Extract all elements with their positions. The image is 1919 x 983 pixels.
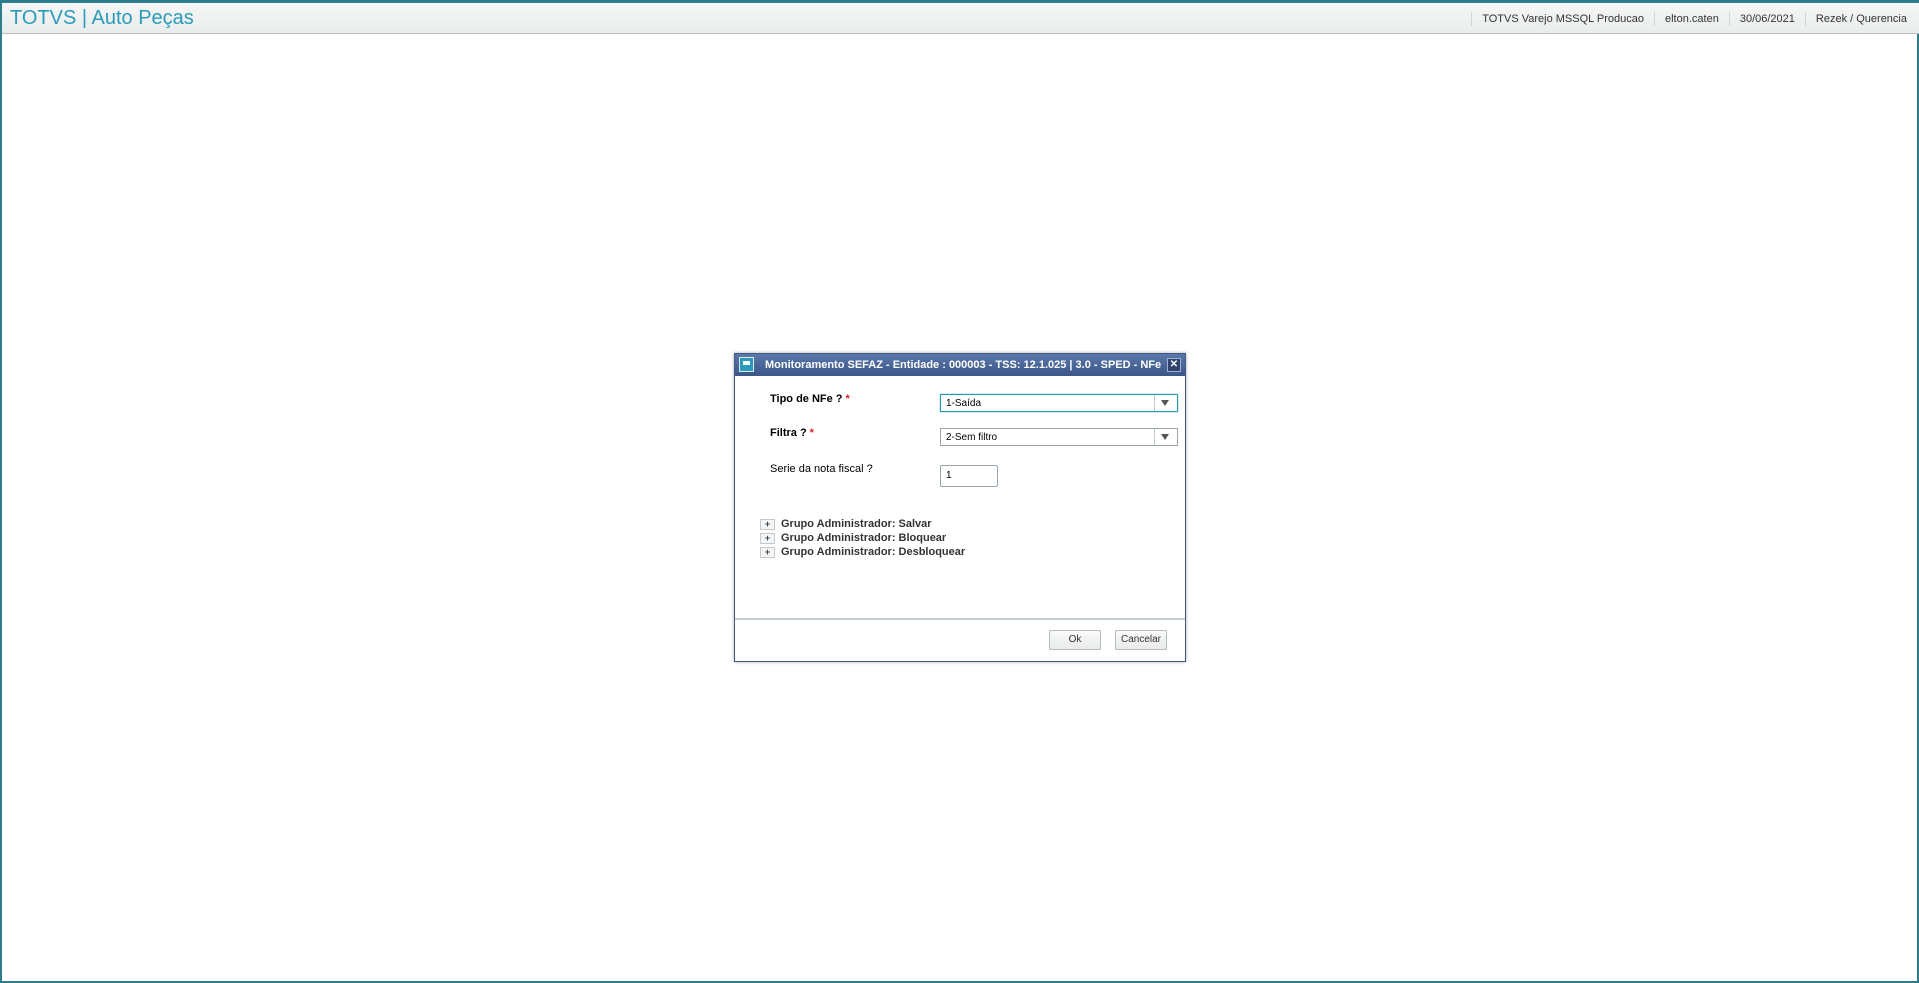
sefaz-monitor-dialog: Monitoramento SEFAZ - Entidade : 000003 … (734, 353, 1186, 662)
tipo-nfe-select[interactable]: 1-Saída (940, 394, 1178, 412)
dialog-title: Monitoramento SEFAZ - Entidade : 000003 … (765, 359, 1162, 371)
group-desbloquear[interactable]: + Grupo Administrador: Desbloquear (760, 546, 965, 558)
branch-label: Rezek / Querencia (1804, 12, 1917, 26)
group-bloquear[interactable]: + Grupo Administrador: Bloquear (760, 532, 946, 544)
close-icon: ✕ (1169, 359, 1179, 370)
ok-button[interactable]: Ok (1049, 630, 1101, 650)
serie-input[interactable]: 1 (940, 465, 998, 487)
top-bar: TOTVS | Auto Peças TOTVS Varejo MSSQL Pr… (2, 0, 1919, 34)
expand-icon[interactable]: + (760, 546, 775, 558)
close-button[interactable]: ✕ (1167, 358, 1181, 372)
user-label: elton.caten (1654, 12, 1729, 26)
dialog-header: Monitoramento SEFAZ - Entidade : 000003 … (735, 354, 1185, 376)
filtra-select[interactable]: 2-Sem filtro (940, 428, 1178, 446)
session-info: TOTVS Varejo MSSQL Producao elton.caten … (1471, 12, 1917, 26)
date-label: 30/06/2021 (1728, 12, 1805, 26)
group-salvar[interactable]: + Grupo Administrador: Salvar (760, 518, 932, 530)
chevron-down-icon[interactable] (1154, 395, 1177, 411)
required-mark: * (845, 393, 850, 405)
window-icon (739, 357, 754, 372)
tipo-nfe-label: Tipo de NFe ? * (770, 393, 850, 405)
filtra-value: 2-Sem filtro (946, 432, 998, 443)
expand-icon[interactable]: + (760, 532, 775, 544)
filtra-label: Filtra ? * (770, 427, 814, 439)
chevron-down-icon[interactable] (1154, 429, 1177, 445)
environment-label: TOTVS Varejo MSSQL Producao (1471, 12, 1654, 26)
serie-label: Serie da nota fiscal ? (770, 463, 873, 475)
dialog-body: Tipo de NFe ? * 1-Saída Filtra ? * 2-Sem f… (735, 376, 1185, 618)
cancel-button[interactable]: Cancelar (1115, 630, 1167, 650)
required-mark: * (809, 427, 814, 439)
tipo-nfe-value: 1-Saída (946, 398, 982, 409)
footer-divider (735, 618, 1185, 620)
app-title: TOTVS | Auto Peças (10, 7, 194, 29)
expand-icon[interactable]: + (760, 518, 775, 530)
